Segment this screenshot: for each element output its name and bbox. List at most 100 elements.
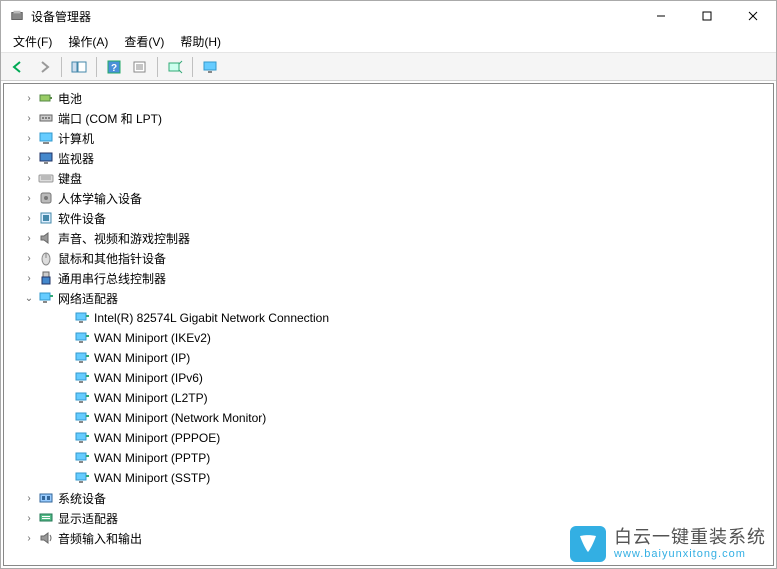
- tree-node[interactable]: › 声音、视频和游戏控制器: [6, 228, 771, 248]
- tree-node[interactable]: ›软件设备: [6, 208, 771, 228]
- tree-node-label: WAN Miniport (PPTP): [94, 451, 210, 465]
- tree-node[interactable]: › 鼠标和其他指针设备: [6, 248, 771, 268]
- tree-node-label: 音频输入和输出: [58, 530, 142, 547]
- tree-node[interactable]: › 端口 (COM 和 LPT): [6, 108, 771, 128]
- tree-node[interactable]: › 音频输入和输出: [6, 528, 771, 548]
- device-tree: ›电池›端口 (COM 和 LPT)›计算机›监视器›键盘›人体学输入设备›软件…: [6, 88, 771, 548]
- expand-icon[interactable]: ›: [22, 153, 36, 164]
- tree-child-node[interactable]: ›WAN Miniport (IPv6): [6, 368, 771, 388]
- show-hide-button[interactable]: [67, 56, 91, 78]
- expand-icon[interactable]: ›: [22, 493, 36, 504]
- nic-icon: [74, 470, 90, 486]
- tree-node-label: WAN Miniport (Network Monitor): [94, 411, 266, 425]
- menu-help[interactable]: 帮助(H): [172, 31, 229, 52]
- tree-node[interactable]: › 计算机: [6, 128, 771, 148]
- tree-node[interactable]: ›显示适配器: [6, 508, 771, 528]
- expand-icon[interactable]: ›: [22, 513, 36, 524]
- hid-icon: [38, 190, 54, 206]
- help-button[interactable]: ?: [102, 56, 126, 78]
- tree-node[interactable]: › 系统设备: [6, 488, 771, 508]
- nic-icon: [74, 310, 90, 326]
- display-icon: [38, 510, 54, 526]
- expand-icon[interactable]: ›: [22, 233, 36, 244]
- device-tree-panel[interactable]: ›电池›端口 (COM 和 LPT)›计算机›监视器›键盘›人体学输入设备›软件…: [3, 83, 774, 566]
- toolbar: ?: [1, 53, 776, 81]
- menu-file[interactable]: 文件(F): [5, 31, 60, 52]
- menubar: 文件(F) 操作(A) 查看(V) 帮助(H): [1, 31, 776, 53]
- monitor-icon: [38, 150, 54, 166]
- expand-icon[interactable]: ›: [22, 213, 36, 224]
- tree-node[interactable]: ⌄ 网络适配器: [6, 288, 771, 308]
- tree-child-node[interactable]: ›WAN Miniport (SSTP): [6, 468, 771, 488]
- expand-icon[interactable]: ›: [22, 113, 36, 124]
- tree-node-label: 端口 (COM 和 LPT): [58, 110, 162, 127]
- menu-action[interactable]: 操作(A): [60, 31, 116, 52]
- svg-text:?: ?: [111, 63, 117, 74]
- network-icon: [38, 290, 54, 306]
- scan-button[interactable]: [163, 56, 187, 78]
- app-icon: [9, 8, 25, 24]
- tree-node-label: 系统设备: [58, 490, 106, 507]
- nic-icon: [74, 410, 90, 426]
- nic-icon: [74, 370, 90, 386]
- expand-icon[interactable]: ›: [22, 133, 36, 144]
- computer-icon: [38, 130, 54, 146]
- tree-node-label: Intel(R) 82574L Gigabit Network Connecti…: [94, 311, 329, 325]
- expand-icon[interactable]: ›: [22, 93, 36, 104]
- menu-view[interactable]: 查看(V): [116, 31, 172, 52]
- toolbar-separator: [96, 57, 97, 77]
- tree-child-node[interactable]: ›WAN Miniport (L2TP): [6, 388, 771, 408]
- tree-child-node[interactable]: ›WAN Miniport (PPPOE): [6, 428, 771, 448]
- expand-icon[interactable]: ›: [22, 173, 36, 184]
- maximize-button[interactable]: [684, 1, 730, 31]
- nic-icon: [74, 450, 90, 466]
- tree-node-label: 计算机: [58, 130, 94, 147]
- tree-node[interactable]: › 键盘: [6, 168, 771, 188]
- software-icon: [38, 210, 54, 226]
- nic-icon: [74, 330, 90, 346]
- forward-button[interactable]: [32, 56, 56, 78]
- tree-node-label: 电池: [58, 90, 82, 107]
- toolbar-separator: [61, 57, 62, 77]
- audio-icon: [38, 530, 54, 546]
- minimize-button[interactable]: [638, 1, 684, 31]
- expand-icon[interactable]: ›: [22, 253, 36, 264]
- nic-icon: [74, 390, 90, 406]
- tree-child-node[interactable]: ›WAN Miniport (PPTP): [6, 448, 771, 468]
- nic-icon: [74, 430, 90, 446]
- tree-node[interactable]: › 电池: [6, 88, 771, 108]
- tree-node-label: WAN Miniport (PPPOE): [94, 431, 220, 445]
- tree-node-label: 声音、视频和游戏控制器: [58, 230, 190, 247]
- titlebar: 设备管理器: [1, 1, 776, 31]
- tree-child-node[interactable]: ›WAN Miniport (IP): [6, 348, 771, 368]
- mouse-icon: [38, 250, 54, 266]
- expand-icon[interactable]: ›: [22, 193, 36, 204]
- tree-node-label: 通用串行总线控制器: [58, 270, 166, 287]
- tree-node[interactable]: ›监视器: [6, 148, 771, 168]
- back-button[interactable]: [6, 56, 30, 78]
- tree-child-node[interactable]: ›Intel(R) 82574L Gigabit Network Connect…: [6, 308, 771, 328]
- port-icon: [38, 110, 54, 126]
- tree-node-label: WAN Miniport (L2TP): [94, 391, 208, 405]
- sound-icon: [38, 230, 54, 246]
- expand-icon[interactable]: ›: [22, 533, 36, 544]
- monitor-button[interactable]: [198, 56, 222, 78]
- tree-child-node[interactable]: ›WAN Miniport (IKEv2): [6, 328, 771, 348]
- nic-icon: [74, 350, 90, 366]
- tree-node-label: 网络适配器: [58, 290, 118, 307]
- usb-icon: [38, 270, 54, 286]
- tree-node-label: WAN Miniport (IPv6): [94, 371, 203, 385]
- close-button[interactable]: [730, 1, 776, 31]
- tree-node-label: WAN Miniport (IP): [94, 351, 190, 365]
- collapse-icon[interactable]: ⌄: [22, 293, 36, 304]
- tree-node-label: 键盘: [58, 170, 82, 187]
- system-icon: [38, 490, 54, 506]
- tree-node-label: 鼠标和其他指针设备: [58, 250, 166, 267]
- expand-icon[interactable]: ›: [22, 273, 36, 284]
- tree-node-label: 人体学输入设备: [58, 190, 142, 207]
- tree-child-node[interactable]: ›WAN Miniport (Network Monitor): [6, 408, 771, 428]
- tree-node-label: WAN Miniport (IKEv2): [94, 331, 211, 345]
- tree-node[interactable]: › 人体学输入设备: [6, 188, 771, 208]
- properties-button[interactable]: [128, 56, 152, 78]
- tree-node[interactable]: › 通用串行总线控制器: [6, 268, 771, 288]
